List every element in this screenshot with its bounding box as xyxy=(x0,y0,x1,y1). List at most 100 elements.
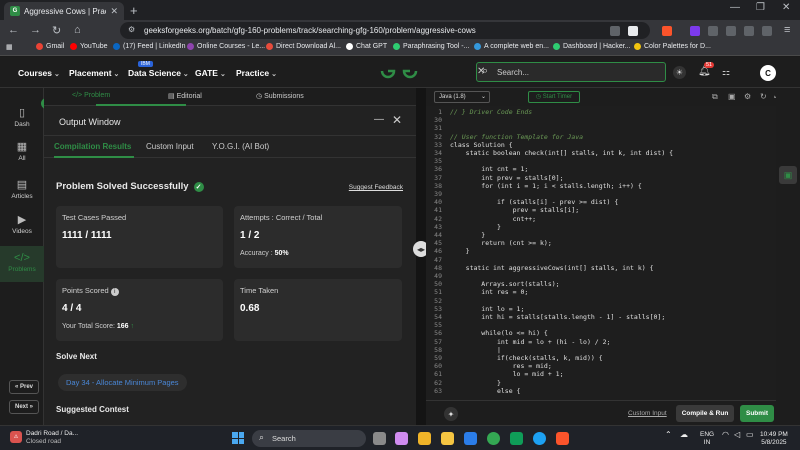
close-output-icon[interactable]: ✕ xyxy=(392,113,402,127)
windows-start-icon[interactable] xyxy=(232,432,244,444)
sidebar-item-articles[interactable]: ▤ Articles xyxy=(0,178,44,204)
next-problem-link[interactable]: Day 34 - Allocate Minimum Pages xyxy=(58,374,187,391)
minimize-icon[interactable]: — xyxy=(730,2,740,13)
custom-input-link[interactable]: Custom Input xyxy=(628,410,667,417)
tray-chevron-icon[interactable]: ⌃ xyxy=(665,431,672,439)
code-line[interactable]: 38 for (int i = 1; i < stalls.length; i+… xyxy=(426,182,642,190)
code-line[interactable]: 55 xyxy=(426,321,450,329)
close-window-icon[interactable]: ✕ xyxy=(782,2,790,13)
forward-icon[interactable]: → xyxy=(30,24,41,36)
volume-icon[interactable]: ◁ xyxy=(734,431,740,439)
settings-icon[interactable]: ⚙ xyxy=(744,92,751,101)
onedrive-icon[interactable]: ☁ xyxy=(680,431,688,439)
share-icon[interactable] xyxy=(610,26,620,36)
code-line[interactable]: 48 static int aggressiveCows(int[] stall… xyxy=(426,264,653,272)
task-view-icon[interactable] xyxy=(373,432,386,445)
code-line[interactable]: 63 else { xyxy=(426,387,520,395)
wallet-icon[interactable] xyxy=(744,26,754,36)
maximize-icon[interactable]: ❐ xyxy=(756,2,765,13)
wifi-icon[interactable]: ◠ xyxy=(722,431,729,439)
code-line[interactable]: 52 xyxy=(426,297,450,305)
extension-icon[interactable] xyxy=(690,26,700,36)
reset-icon[interactable]: ↻ xyxy=(760,92,767,101)
nav-courses[interactable]: Courses ⌄ xyxy=(18,68,60,78)
tab-compilation-results[interactable]: Compilation Results xyxy=(54,142,131,151)
messaging-icon[interactable] xyxy=(533,432,546,445)
file-explorer-icon[interactable] xyxy=(441,432,454,445)
menu-icon[interactable]: ≡ xyxy=(784,24,790,36)
start-timer-button[interactable]: ◷ Start Timer xyxy=(528,91,580,103)
code-line[interactable]: 42 cnt++; xyxy=(426,215,536,223)
back-icon[interactable]: ← xyxy=(8,24,19,36)
code-line[interactable]: 43 } xyxy=(426,223,501,231)
clear-search-icon[interactable]: ✕ xyxy=(477,66,659,77)
minimize-output-icon[interactable]: — xyxy=(374,114,384,125)
bookmark-gmail[interactable]: Gmail xyxy=(36,43,64,50)
search-box[interactable]: ⌕ Search... ✕ xyxy=(476,62,666,82)
tab-problem[interactable]: </> Problem xyxy=(72,92,110,99)
bookmark-hackerrank[interactable]: Dashboard | Hacker... xyxy=(553,43,631,50)
code-line[interactable]: 46 } xyxy=(426,247,469,255)
tab-editorial[interactable]: ▤ Editorial xyxy=(168,92,202,100)
language-select[interactable]: Java (1.8) ⌄ xyxy=(434,91,490,103)
code-line[interactable]: 50 Arrays.sort(stalls); xyxy=(426,280,559,288)
code-line[interactable]: 35 xyxy=(426,157,450,165)
bookmark-online-courses[interactable]: Online Courses - Le... xyxy=(187,43,265,50)
bookmark-web-engine[interactable]: A complete web en... xyxy=(474,43,549,50)
store-icon[interactable] xyxy=(464,432,477,445)
url-field[interactable]: ⚙ geeksforgeeks.org/batch/gfg-160-proble… xyxy=(120,22,650,39)
code-line[interactable]: 32 // User function Template for Java xyxy=(426,133,583,141)
vpn-icon[interactable] xyxy=(762,26,772,36)
tab-yogi-ai-bot[interactable]: Y.O.G.I. (AI Bot) xyxy=(212,142,269,151)
code-line[interactable]: 57 int mid = lo + (hi - lo) / 2; xyxy=(426,338,610,346)
browser-tab[interactable]: G Aggressive Cows | Practice | Ge ✕ xyxy=(4,2,124,20)
code-line[interactable]: 60 res = mid; xyxy=(426,362,552,370)
code-line[interactable]: 62 } xyxy=(426,379,501,387)
battery-icon[interactable]: ▭ xyxy=(746,431,754,439)
chrome-icon[interactable] xyxy=(487,432,500,445)
sidebar-item-problems[interactable]: </> Problems xyxy=(0,246,44,282)
code-line[interactable]: 36 int cnt = 1; xyxy=(426,165,528,173)
chat-icon[interactable]: ▣ xyxy=(779,166,797,184)
lightbulb-icon[interactable]: ✦ xyxy=(444,407,458,421)
code-line[interactable]: 39 xyxy=(426,190,450,198)
code-line[interactable]: 40 if (stalls[i] - prev >= dist) { xyxy=(426,198,618,206)
nav-gate[interactable]: GATE ⌄ xyxy=(195,68,226,78)
code-line[interactable]: 59 if(check(stalls, k, mid)) { xyxy=(426,354,602,362)
close-tab-icon[interactable]: ✕ xyxy=(110,6,118,17)
copy-icon[interactable]: ⧉ xyxy=(712,92,718,102)
bookmark-linkedin[interactable]: (17) Feed | LinkedIn xyxy=(113,43,186,50)
nav-placement[interactable]: Placement ⌄ xyxy=(69,68,119,78)
code-line[interactable]: 41 prev = stalls[i]; xyxy=(426,206,579,214)
home-icon[interactable]: ⌂ xyxy=(74,24,81,36)
theme-toggle-icon[interactable]: ☀ xyxy=(673,66,686,79)
nav-practice[interactable]: Practice ⌄ xyxy=(236,68,277,78)
bookmark-direct-download[interactable]: Direct Download Al... xyxy=(266,43,341,50)
code-line[interactable]: 56 while(lo <= hi) { xyxy=(426,329,548,337)
code-line[interactable]: 34 static boolean check(int[] stalls, in… xyxy=(426,149,673,157)
code-line[interactable]: 33 class Solution { xyxy=(426,141,512,149)
clock[interactable]: 10:49 PM 5/8/2025 xyxy=(760,431,788,447)
code-line[interactable]: 30 xyxy=(426,116,450,124)
compile-run-button[interactable]: Compile & Run xyxy=(676,405,734,422)
weather-widget[interactable]: ⚠ Dadri Road / Da... Closed road xyxy=(10,430,78,446)
avatar[interactable]: C xyxy=(760,65,776,81)
next-button[interactable]: Next » xyxy=(9,400,39,414)
code-line[interactable]: 51 int res = 0; xyxy=(426,288,528,296)
code-line[interactable]: 1 // } Driver Code Ends xyxy=(426,108,532,116)
sidebar-item-dash[interactable]: ▯ Dash xyxy=(0,106,44,132)
code-line[interactable]: 44 } xyxy=(426,231,485,239)
photos-icon[interactable] xyxy=(418,432,431,445)
info-icon[interactable]: i xyxy=(110,288,119,296)
brave-taskbar-icon[interactable] xyxy=(556,432,569,445)
sidebar-item-all[interactable]: ▦ All xyxy=(0,140,44,166)
bookmark-color-palettes[interactable]: Color Palettes for D... xyxy=(634,43,711,50)
bookmark-youtube[interactable]: YouTube xyxy=(70,43,108,50)
bookmark-chatgpt[interactable]: Chat GPT xyxy=(346,43,387,50)
code-line[interactable]: 61 lo = mid + 1; xyxy=(426,370,563,378)
code-line[interactable]: 47 xyxy=(426,256,450,264)
tab-submissions[interactable]: ◷ Submissions xyxy=(256,92,304,100)
taskbar-search[interactable]: ⌕ Search xyxy=(252,430,366,447)
submit-button[interactable]: Submit xyxy=(740,405,774,422)
code-area[interactable]: 1 // } Driver Code Ends 30 31 32 // User func… xyxy=(426,108,776,398)
